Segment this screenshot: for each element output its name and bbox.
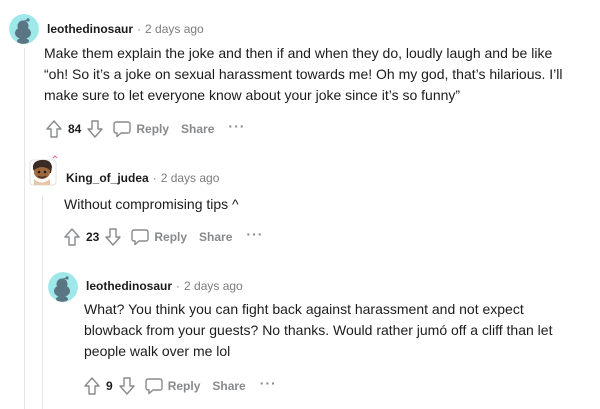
reply-label: Reply (154, 230, 188, 244)
comment-line: make sure to let everyone know about you… (44, 87, 461, 103)
dinosaur-avatar-icon (29, 155, 58, 186)
reply-button[interactable]: Reply (113, 120, 169, 138)
upvote-arrow-icon (64, 228, 80, 246)
username-link[interactable]: King_of_judea (66, 171, 149, 185)
vote-score: 9 (106, 379, 113, 393)
comment-timestamp[interactable]: 2 days ago (145, 22, 204, 36)
comment-line: What? You think you can fight back again… (84, 301, 524, 317)
thread-line-top[interactable] (24, 48, 25, 409)
downvote-button[interactable] (85, 119, 105, 139)
snoo-avatar-icon (48, 272, 78, 302)
comment-line: “oh! So it’s a joke on sexual harassment… (44, 66, 563, 82)
comment-body: Without compromising tips ^ (64, 194, 584, 215)
comment-actions: 84 Reply Share ··· (44, 117, 245, 141)
thread-line-nested[interactable] (42, 195, 43, 409)
comment-meta: leothedinosaur · 2 days ago (86, 278, 243, 294)
more-options-button[interactable]: ··· (260, 375, 277, 391)
avatar[interactable] (48, 272, 78, 302)
speech-bubble-icon (131, 229, 150, 246)
username-link[interactable]: leothedinosaur (86, 279, 172, 293)
comment-line: Without compromising tips ^ (64, 196, 239, 212)
snoo-avatar-icon (9, 14, 39, 44)
share-button[interactable]: Share (199, 230, 232, 244)
vote-score: 23 (86, 230, 100, 244)
upvote-button[interactable] (62, 227, 82, 247)
reply-label: Reply (136, 122, 170, 136)
downvote-arrow-icon (118, 377, 135, 395)
meta-separator: · (152, 171, 157, 185)
comment-meta: King_of_judea · 2 days ago (66, 170, 219, 186)
comment-line: people walk over me lol (84, 343, 231, 359)
username-link[interactable]: leothedinosaur (47, 22, 133, 36)
avatar[interactable] (27, 155, 59, 187)
share-button[interactable]: Share (181, 122, 214, 136)
speech-bubble-icon (113, 121, 132, 138)
comment-timestamp[interactable]: 2 days ago (161, 171, 220, 185)
comment-line: Make them explain the joke and then if a… (44, 45, 553, 61)
downvote-arrow-icon (87, 120, 104, 138)
upvote-arrow-icon (84, 377, 100, 395)
more-options-button[interactable]: ··· (228, 118, 245, 134)
avatar[interactable] (9, 14, 39, 44)
speech-bubble-icon (144, 378, 163, 395)
upvote-button[interactable] (82, 376, 102, 396)
reply-button[interactable]: Reply (144, 377, 201, 395)
comment-actions: 9 Reply Share ··· (82, 374, 277, 398)
comment-body: Make them explain the joke and then if a… (44, 43, 596, 106)
comment-meta: leothedinosaur · 2 days ago (47, 21, 204, 37)
comment-body: What? You think you can fight back again… (84, 299, 596, 362)
comment-line: blowback from your guests? No thanks. Wo… (84, 322, 553, 338)
reply-button[interactable]: Reply (131, 228, 187, 246)
share-button[interactable]: Share (212, 379, 245, 393)
more-options-button[interactable]: ··· (246, 226, 263, 242)
comment-actions: 23 Reply Share ··· (62, 225, 263, 249)
upvote-arrow-icon (46, 120, 62, 138)
comment-timestamp[interactable]: 2 days ago (184, 279, 243, 293)
downvote-button[interactable] (117, 376, 137, 396)
meta-separator: · (137, 22, 142, 36)
meta-separator: · (176, 279, 181, 293)
reply-label: Reply (167, 379, 201, 393)
vote-score: 84 (68, 122, 82, 136)
downvote-arrow-icon (105, 228, 122, 246)
upvote-button[interactable] (44, 119, 64, 139)
downvote-button[interactable] (103, 227, 123, 247)
